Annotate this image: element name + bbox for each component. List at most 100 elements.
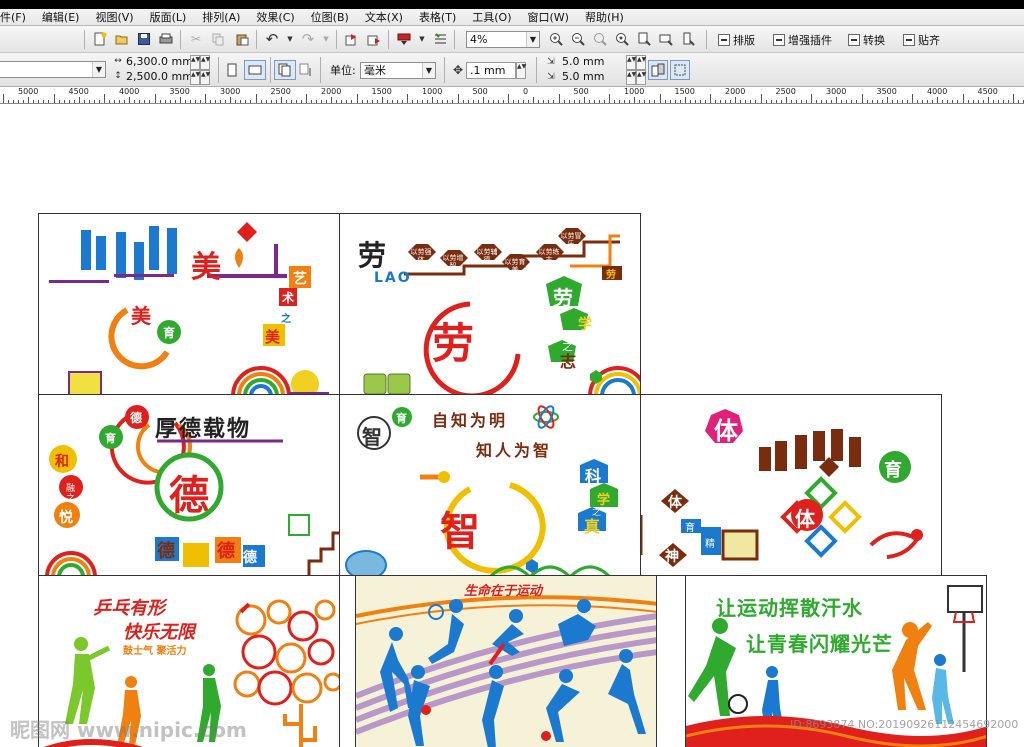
undo-icon[interactable]: ↶ xyxy=(264,30,280,48)
current-page-icon[interactable] xyxy=(298,62,314,78)
dup-x-spinner[interactable]: ▲▼ xyxy=(626,55,636,70)
ruler-tick xyxy=(578,100,580,103)
plugin-snap-button[interactable]: 贴齐 xyxy=(903,30,940,50)
import-icon[interactable] xyxy=(344,31,360,47)
zoom-page-icon[interactable] xyxy=(636,31,652,47)
nudge-spinner[interactable]: ▲▼ xyxy=(516,62,526,79)
new-document-icon[interactable] xyxy=(92,31,108,47)
landscape-icon[interactable] xyxy=(244,60,266,80)
ruler-tick xyxy=(952,100,954,103)
standard-toolbar: ✂ ↶ ▼ ↷ ▼ ▼ 4% ▼ 排版 增强插件 转换 贴齐 xyxy=(0,26,1024,53)
portrait-icon[interactable] xyxy=(224,62,240,78)
ruler-tick xyxy=(997,100,999,103)
panel-labor-education[interactable]: 劳 LAO 以劳强体 以劳增智 以劳辅德 以劳育美 以劳练志 以劳冒乐 劳 劳 … xyxy=(339,213,641,395)
ruler-tick xyxy=(780,100,782,103)
panel-life-in-motion[interactable]: 生命在于运动 xyxy=(355,575,657,747)
publish-pdf-icon[interactable] xyxy=(396,31,412,47)
panel-intellectual-education[interactable]: 智 育 自知为明 知人为智 智 科 学 之 真 xyxy=(339,394,641,576)
menu-effects[interactable]: 效果(C) xyxy=(248,9,302,26)
typeset-icon xyxy=(718,34,730,46)
page-size-select[interactable]: ▼ xyxy=(0,61,106,78)
drawing-canvas[interactable]: 美 美 育 艺 术 之 美 劳 LAO 以劳强体 以劳增智 以劳辅德 以劳育美 … xyxy=(0,104,1024,747)
ruler-tick xyxy=(336,100,338,103)
zoom-level-select[interactable]: 4% ▼ xyxy=(466,31,540,48)
copy-icon[interactable] xyxy=(210,31,226,47)
ruler-tick xyxy=(987,97,989,103)
page-height-value[interactable]: 2,500.0 mm xyxy=(126,70,193,84)
ruler-tick xyxy=(669,100,671,103)
ruler-tick xyxy=(720,100,722,103)
zoom-page-width-icon[interactable] xyxy=(658,31,674,47)
ruler-tick xyxy=(755,100,757,103)
ruler-tick xyxy=(442,100,444,103)
dup-x-spinner-right[interactable]: ▲▼ xyxy=(636,55,646,70)
panel-physical-education[interactable]: 体 育 体 体 育 精 神 xyxy=(640,394,942,576)
ruler-tick xyxy=(109,100,111,103)
export-icon[interactable] xyxy=(366,31,382,47)
plugin-typeset-button[interactable]: 排版 xyxy=(718,30,755,50)
zoom-selected-icon[interactable] xyxy=(592,31,608,47)
width-spinner[interactable]: ▲▼ xyxy=(190,55,200,70)
print-icon[interactable] xyxy=(158,31,174,47)
ruler-tick xyxy=(381,97,383,103)
menu-window[interactable]: 窗口(W) xyxy=(520,9,577,26)
horizontal-ruler[interactable]: 5000 4500 4000 3500 3000 2500 2000 1500 1000 500 0… xyxy=(0,87,1024,104)
art-char-4: 美 xyxy=(265,328,281,346)
zoom-in-icon[interactable] xyxy=(548,31,564,47)
plugin-convert-button[interactable]: 转换 xyxy=(848,30,885,50)
zoom-page-height-icon[interactable] xyxy=(680,31,696,47)
ruler-tick xyxy=(725,100,727,103)
menu-tools[interactable]: 工具(O) xyxy=(464,9,519,26)
ruler-tick xyxy=(659,94,661,103)
height-spinner-right[interactable]: ▲▼ xyxy=(200,70,210,85)
panel-moral-education[interactable]: 德 育 厚德载物 德 和 融 之 悦 德 德 德 xyxy=(38,394,340,576)
ruler-tick xyxy=(159,100,161,103)
zoom-all-objects-icon[interactable] xyxy=(614,31,630,47)
duplicate-y-value[interactable]: 5.0 mm xyxy=(562,70,604,84)
publish-dropdown-icon[interactable]: ▼ xyxy=(414,31,430,47)
menu-text[interactable]: 文本(X) xyxy=(357,9,411,26)
menu-table[interactable]: 表格(T) xyxy=(411,9,464,26)
zoom-out-icon[interactable] xyxy=(570,31,586,47)
panel-aesthetic-education[interactable]: 美 美 育 艺 术 之 美 xyxy=(38,213,340,395)
duplicate-x-value[interactable]: 5.0 mm xyxy=(562,55,604,69)
ruler-tick xyxy=(785,97,787,103)
height-spinner[interactable]: ▲▼ xyxy=(190,70,200,85)
ruler-tick xyxy=(306,94,307,103)
cut-icon[interactable]: ✂ xyxy=(188,31,204,47)
menu-help[interactable]: 帮助(H) xyxy=(577,9,632,26)
object-snap-icon[interactable] xyxy=(670,60,690,80)
menu-bar: 件(F) 编辑(E) 视图(V) 版面(L) 排列(A) 效果(C) 位图(B)… xyxy=(0,0,1024,26)
redo-dropdown-icon[interactable]: ▼ xyxy=(318,31,334,47)
menu-edit[interactable]: 编辑(E) xyxy=(34,9,88,26)
ruler-label: 1500 xyxy=(674,87,695,96)
application-launcher-icon[interactable] xyxy=(432,31,448,47)
menu-view[interactable]: 视图(V) xyxy=(87,9,141,26)
ruler-tick xyxy=(538,100,540,103)
dup-y-spinner-right[interactable]: ▲▼ xyxy=(636,70,646,85)
all-pages-icon[interactable] xyxy=(274,60,296,80)
dup-y-spinner[interactable]: ▲▼ xyxy=(626,70,636,85)
width-spinner-right[interactable]: ▲▼ xyxy=(200,55,210,70)
treat-as-filled-icon[interactable] xyxy=(648,60,668,80)
redo-icon[interactable]: ↷ xyxy=(300,30,316,48)
duplicate-x-icon: ⇲ xyxy=(547,56,555,67)
menu-layout[interactable]: 版面(L) xyxy=(142,9,195,26)
labor-tag-1: 以劳强体 xyxy=(410,248,432,264)
ruler-tick xyxy=(341,100,343,103)
save-icon[interactable] xyxy=(136,31,152,47)
page-width-value[interactable]: 6,300.0 mm xyxy=(126,55,193,69)
ruler-tick xyxy=(816,100,818,103)
plugin-enhance-button[interactable]: 增强插件 xyxy=(773,30,832,50)
menu-bitmaps[interactable]: 位图(B) xyxy=(303,9,357,26)
open-icon[interactable] xyxy=(114,31,130,47)
units-select[interactable]: 毫米 ▼ xyxy=(360,62,436,79)
ruler-tick xyxy=(674,100,676,103)
menu-arrange[interactable]: 排列(A) xyxy=(194,9,248,26)
undo-dropdown-icon[interactable]: ▼ xyxy=(282,31,298,47)
life-in-motion-banner: 生命在于运动 xyxy=(464,584,543,599)
toolbar-separator xyxy=(320,57,321,83)
menu-file[interactable]: 件(F) xyxy=(0,9,34,26)
paste-icon[interactable] xyxy=(234,31,250,47)
nudge-input[interactable]: .1 mm xyxy=(466,62,516,79)
